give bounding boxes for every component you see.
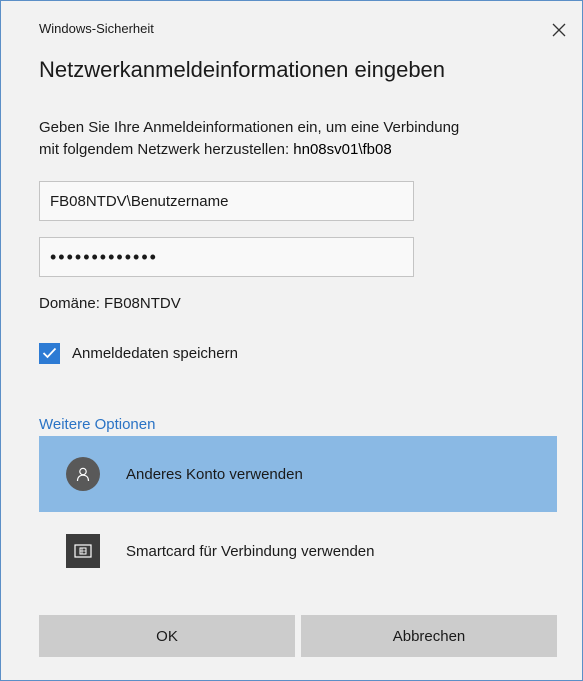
ok-button[interactable]: OK — [39, 615, 295, 657]
description-line-1: Geben Sie Ihre Anmeldeinformationen ein,… — [39, 119, 460, 136]
cancel-button[interactable]: Abbrechen — [301, 615, 557, 657]
close-icon — [552, 23, 566, 37]
dialog-heading: Netzwerkanmeldeinformationen eingeben — [39, 57, 446, 82]
option-icon-wrap — [39, 534, 126, 568]
more-options-link[interactable]: Weitere Optionen — [39, 416, 155, 433]
smartcard-icon — [65, 534, 100, 568]
person-icon — [65, 457, 100, 491]
title-bar: Windows-Sicherheit — [1, 1, 582, 47]
option-smartcard[interactable]: Smartcard für Verbindung verwenden — [39, 513, 557, 589]
close-button[interactable] — [542, 15, 576, 45]
app-title: Windows-Sicherheit — [39, 21, 154, 36]
option-label: Anderes Konto verwenden — [126, 465, 303, 483]
description-line-2: mit folgendem Netzwerk herzustellen: — [39, 141, 294, 158]
password-field[interactable] — [39, 237, 414, 277]
remember-checkbox[interactable] — [39, 342, 60, 364]
username-field[interactable] — [39, 181, 414, 221]
credential-dialog: Windows-Sicherheit Netzwerkanmeldeinform… — [0, 0, 583, 681]
option-other-account[interactable]: Anderes Konto verwenden — [39, 436, 557, 512]
remember-label: Anmeldedaten speichern — [72, 344, 238, 362]
dialog-description: Geben Sie Ihre Anmeldeinformationen ein,… — [39, 117, 559, 161]
checkmark-icon — [42, 347, 57, 359]
remember-credentials[interactable]: Anmeldedaten speichern — [39, 341, 238, 365]
domain-label: Domäne: FB08NTDV — [39, 295, 181, 312]
option-label: Smartcard für Verbindung verwenden — [126, 542, 375, 560]
option-icon-wrap — [39, 457, 126, 491]
network-name: hn08sv01\fb08 — [293, 141, 392, 158]
